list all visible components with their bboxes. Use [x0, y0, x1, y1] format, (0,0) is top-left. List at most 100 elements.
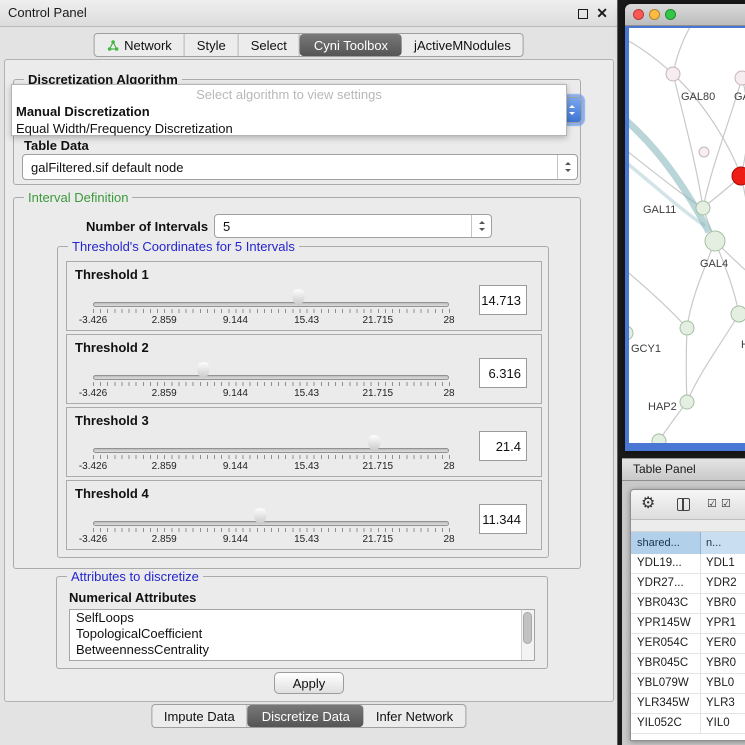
algorithm-option-equal-width-frequency-discretization[interactable]: Equal Width/Frequency Discretization	[12, 120, 566, 137]
network-node[interactable]	[732, 167, 745, 185]
table-data-select[interactable]: galFiltered.sif default node	[22, 154, 578, 180]
table-cell-shared-name[interactable]: YPR145W	[631, 614, 701, 633]
zoom-traffic-light-icon[interactable]	[665, 9, 676, 20]
scale-tick-label: 21.715	[363, 461, 394, 472]
attributes-scrollbar-thumb[interactable]	[523, 612, 532, 644]
table-row[interactable]: YDL19...YDL1	[631, 554, 745, 574]
thresholds-group-title: Threshold's Coordinates for 5 Intervals	[68, 239, 299, 254]
combo-stepper-icon[interactable]	[557, 155, 577, 179]
threshold-slider-track[interactable]	[93, 448, 449, 453]
tab-discretize-data[interactable]: Discretize Data	[248, 705, 364, 727]
threshold-value-input[interactable]	[479, 358, 527, 388]
tab-select[interactable]: Select	[239, 34, 300, 56]
table-cell-shared-name[interactable]: YER054C	[631, 634, 701, 653]
table-column-header-name[interactable]: n...	[701, 532, 745, 554]
network-node[interactable]	[699, 147, 709, 157]
close-traffic-light-icon[interactable]	[633, 9, 644, 20]
table-row[interactable]: YPR145WYPR1	[631, 614, 745, 634]
table-cell-shared-name[interactable]: YDR27...	[631, 574, 701, 593]
network-node[interactable]	[652, 434, 666, 443]
table-cell-shared-name[interactable]: YBR043C	[631, 594, 701, 613]
table-cell-name[interactable]: YER0	[701, 634, 745, 653]
network-node-gal80[interactable]	[666, 67, 680, 81]
gear-icon[interactable]: ⚙	[641, 493, 655, 513]
network-edge[interactable]	[629, 268, 687, 328]
network-node-label: H	[741, 339, 745, 351]
network-edge[interactable]	[629, 36, 673, 74]
tab-style[interactable]: Style	[185, 34, 239, 56]
network-node-gal4[interactable]	[705, 231, 725, 251]
table-row[interactable]: YBR045CYBR0	[631, 654, 745, 674]
columns-icon[interactable]	[677, 498, 690, 511]
table-cell-name[interactable]: YBL0	[701, 674, 745, 693]
network-view-titlebar[interactable]	[625, 4, 745, 26]
network-edge[interactable]	[687, 241, 715, 328]
numerical-attributes-list[interactable]: SelfLoopsTopologicalCoefficientBetweenne…	[69, 609, 535, 661]
scale-tick-label: -3.426	[79, 534, 107, 545]
number-of-intervals-select[interactable]: 5	[214, 214, 492, 238]
table-cell-name[interactable]: YBR0	[701, 654, 745, 673]
control-panel-bottom-tabs: Impute DataDiscretize DataInfer Network	[151, 704, 466, 728]
network-edge[interactable]	[715, 241, 739, 314]
network-edge[interactable]	[687, 314, 739, 402]
table-cell-shared-name[interactable]: YBL079W	[631, 674, 701, 693]
table-column-header-shared-name[interactable]: shared...	[631, 532, 701, 554]
checkbox-icon[interactable]: ☑	[721, 497, 731, 510]
network-edge[interactable]	[741, 176, 745, 288]
attribute-item-topologicalcoefficient[interactable]: TopologicalCoefficient	[70, 626, 534, 642]
table-cell-shared-name[interactable]: YLR345W	[631, 694, 701, 713]
table-cell-name[interactable]: YDR2	[701, 574, 745, 593]
network-view-window: GAL80GAGAL11GAL4GCY1HHAP2	[625, 4, 745, 451]
cyni-toolbox-panel: Discretization Algorithm Table Data galF…	[4, 59, 614, 702]
network-node-hap2[interactable]	[680, 395, 694, 409]
network-canvas[interactable]: GAL80GAGAL11GAL4GCY1HHAP2	[629, 28, 745, 443]
attribute-item-betweennesscentrality[interactable]: BetweennessCentrality	[70, 642, 534, 658]
network-node-ga[interactable]	[735, 71, 745, 85]
table-row[interactable]: YER054CYER0	[631, 634, 745, 654]
close-icon[interactable]: ✕	[596, 4, 608, 23]
algorithm-option-manual-discretization[interactable]: Manual Discretization	[12, 103, 566, 120]
tab-jactivemnodules[interactable]: jActiveMNodules	[402, 34, 523, 56]
tab-label: Cyni Toolbox	[314, 38, 388, 53]
table-cell-shared-name[interactable]: YDL19...	[631, 554, 701, 573]
table-cell-name[interactable]: YLR3	[701, 694, 745, 713]
table-cell-shared-name[interactable]: YIL052C	[631, 714, 701, 733]
threshold-value-input[interactable]	[479, 504, 527, 534]
combo-stepper-icon[interactable]	[471, 215, 491, 237]
apply-button[interactable]: Apply	[274, 672, 344, 694]
threshold-slider-track[interactable]	[93, 521, 449, 526]
network-node-gcy1[interactable]	[680, 321, 694, 335]
tab-cyni-toolbox[interactable]: Cyni Toolbox	[300, 34, 402, 56]
table-cell-name[interactable]: YPR1	[701, 614, 745, 633]
table-panel-header-bar[interactable]: Table Panel	[622, 458, 745, 481]
threshold-value-input[interactable]	[479, 431, 527, 461]
network-node-gal11[interactable]	[696, 201, 710, 215]
tab-infer-network[interactable]: Infer Network	[364, 705, 465, 727]
network-edge[interactable]	[673, 74, 741, 176]
table-cell-shared-name[interactable]: YBR045C	[631, 654, 701, 673]
threshold-slider-track[interactable]	[93, 375, 449, 380]
table-row[interactable]: YBR043CYBR0	[631, 594, 745, 614]
table-row[interactable]: YIL052CYIL0	[631, 714, 745, 734]
threshold-scale: -3.4262.8599.14415.4321.71528	[67, 534, 541, 546]
network-node[interactable]	[629, 326, 633, 340]
threshold-value-input[interactable]	[479, 285, 527, 315]
table-row[interactable]: YBL079WYBL0	[631, 674, 745, 694]
table-cell-name[interactable]: YDL1	[701, 554, 745, 573]
attribute-item-selfloops[interactable]: SelfLoops	[70, 610, 534, 626]
table-row[interactable]: YDR27...YDR2	[631, 574, 745, 594]
network-edge[interactable]	[673, 28, 699, 74]
minimize-traffic-light-icon[interactable]	[649, 9, 660, 20]
table-cell-name[interactable]: YIL0	[701, 714, 745, 733]
table-cell-name[interactable]: YBR0	[701, 594, 745, 613]
network-edge[interactable]	[686, 328, 687, 402]
checkbox-icon[interactable]: ☑	[707, 497, 717, 510]
threshold-slider-track[interactable]	[93, 302, 449, 307]
attributes-scrollbar[interactable]	[521, 610, 534, 660]
tab-impute-data[interactable]: Impute Data	[152, 705, 248, 727]
tab-network[interactable]: Network	[94, 34, 185, 56]
float-window-icon[interactable]	[578, 9, 588, 19]
control-panel-titlebar[interactable]: Control Panel ✕	[0, 0, 617, 27]
network-node-h[interactable]	[731, 306, 745, 322]
table-row[interactable]: YLR345WYLR3	[631, 694, 745, 714]
